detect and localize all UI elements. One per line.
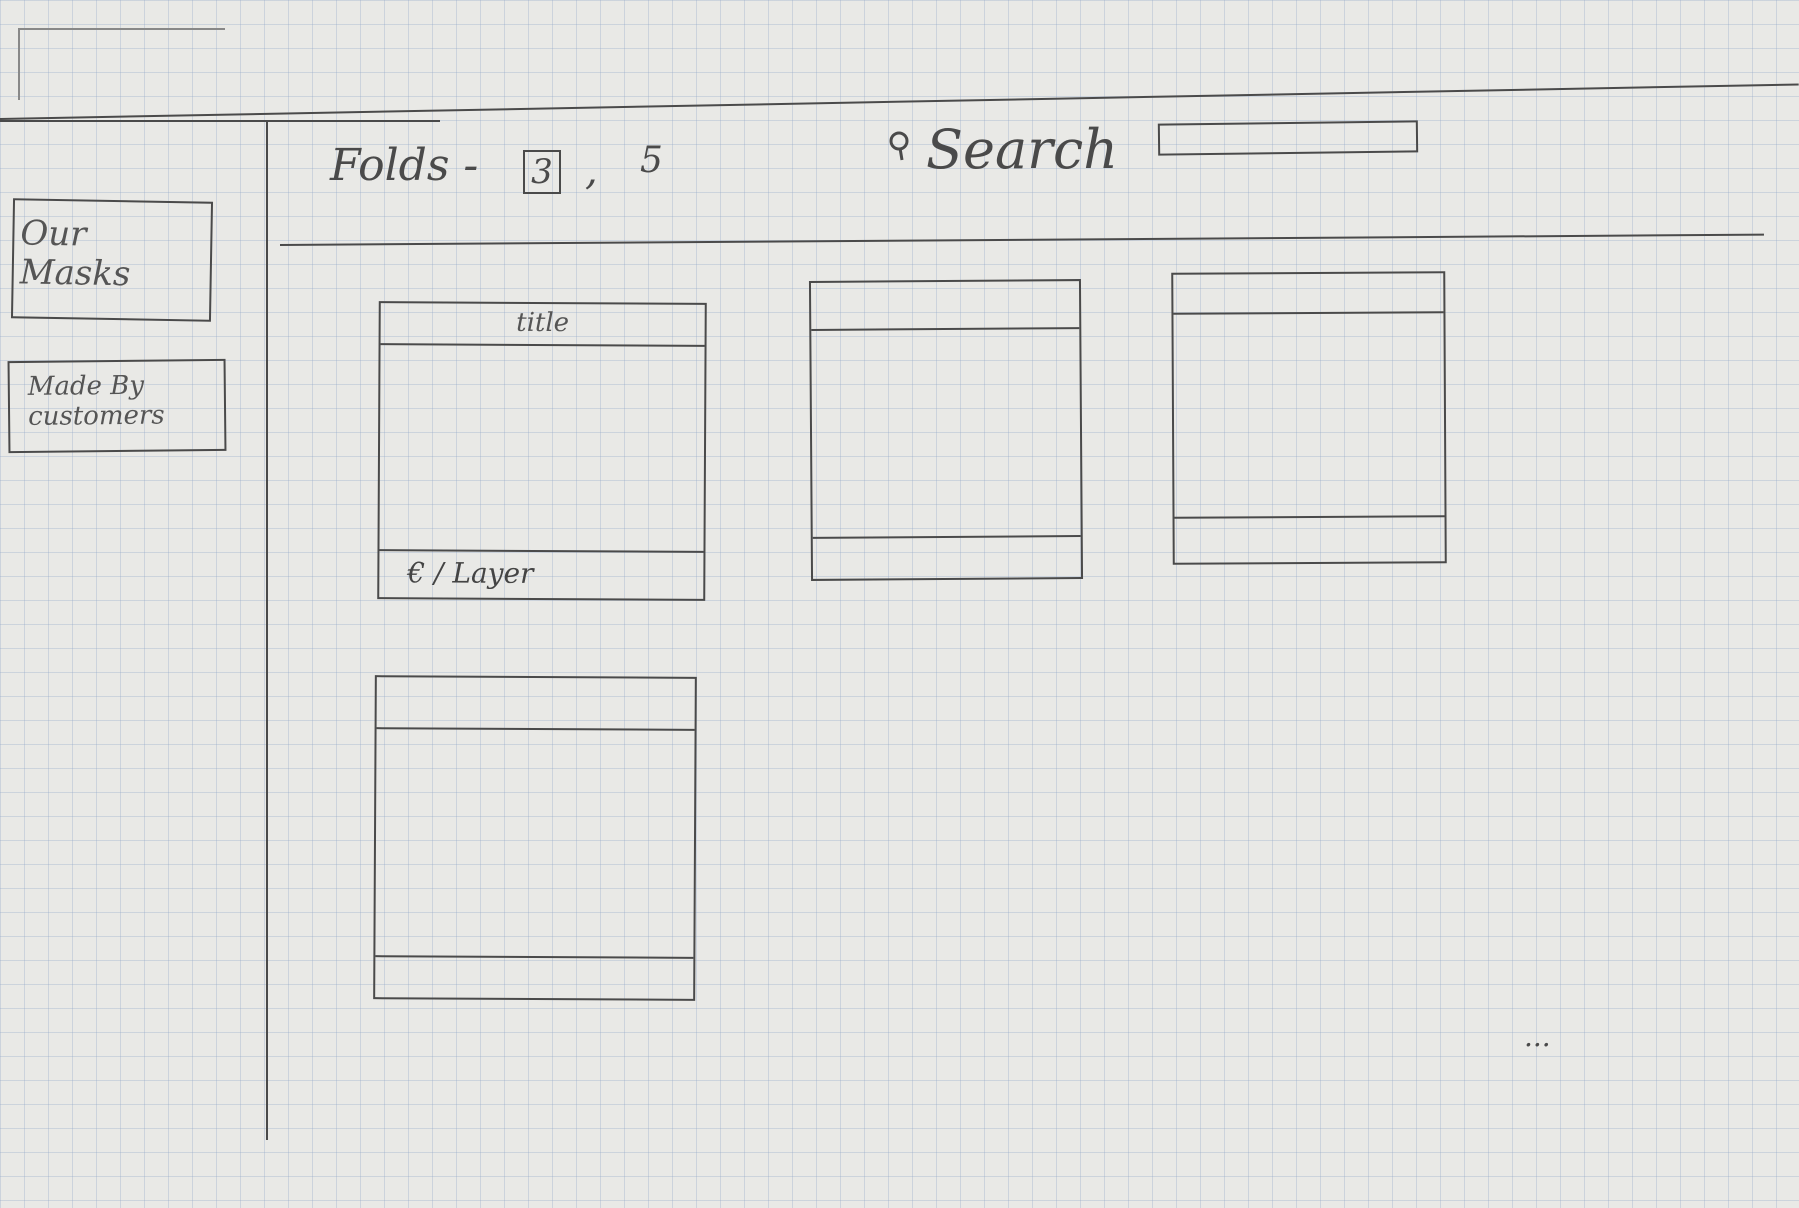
- sidebar-divider: [266, 120, 268, 1140]
- card-footer: [375, 955, 694, 999]
- card-price: € / Layer: [407, 556, 534, 590]
- sidebar-item-our-masks[interactable]: Our Masks: [10, 198, 214, 322]
- search-input[interactable]: [1157, 120, 1419, 156]
- product-card[interactable]: [808, 279, 1084, 581]
- folds-current-page[interactable]: 3: [523, 150, 561, 194]
- card-footer: [812, 535, 1082, 579]
- folds-separator: ,: [585, 148, 598, 194]
- sidebar-item-label: Made By customers: [27, 370, 165, 432]
- card-title-bar: [810, 281, 1080, 331]
- top-bar-line: [0, 83, 1799, 120]
- top-bar-outline: [18, 28, 225, 100]
- sidebar-item-made-by-customers[interactable]: Made By customers: [7, 358, 227, 454]
- folds-label: Folds -: [330, 140, 479, 191]
- card-footer: € / Layer: [379, 549, 704, 599]
- folds-current-label: 3: [531, 152, 553, 192]
- sidebar-item-label: Our Masks: [19, 213, 131, 295]
- card-title-bar: title: [380, 303, 705, 347]
- more-indicator[interactable]: ...: [1524, 1020, 1551, 1053]
- card-footer: [1174, 515, 1445, 563]
- card-title-bar: [1173, 273, 1444, 315]
- product-card[interactable]: [1171, 271, 1447, 565]
- header-bottom-line: [279, 233, 1764, 246]
- card-title: title: [516, 307, 570, 339]
- product-card[interactable]: title € / Layer: [377, 301, 707, 601]
- search-icon: [888, 130, 914, 162]
- card-title-bar: [376, 677, 695, 731]
- search-label: Search: [926, 118, 1118, 181]
- folds-total-page[interactable]: 5: [640, 140, 663, 181]
- product-card[interactable]: [373, 675, 697, 1001]
- header-divider: [0, 120, 440, 122]
